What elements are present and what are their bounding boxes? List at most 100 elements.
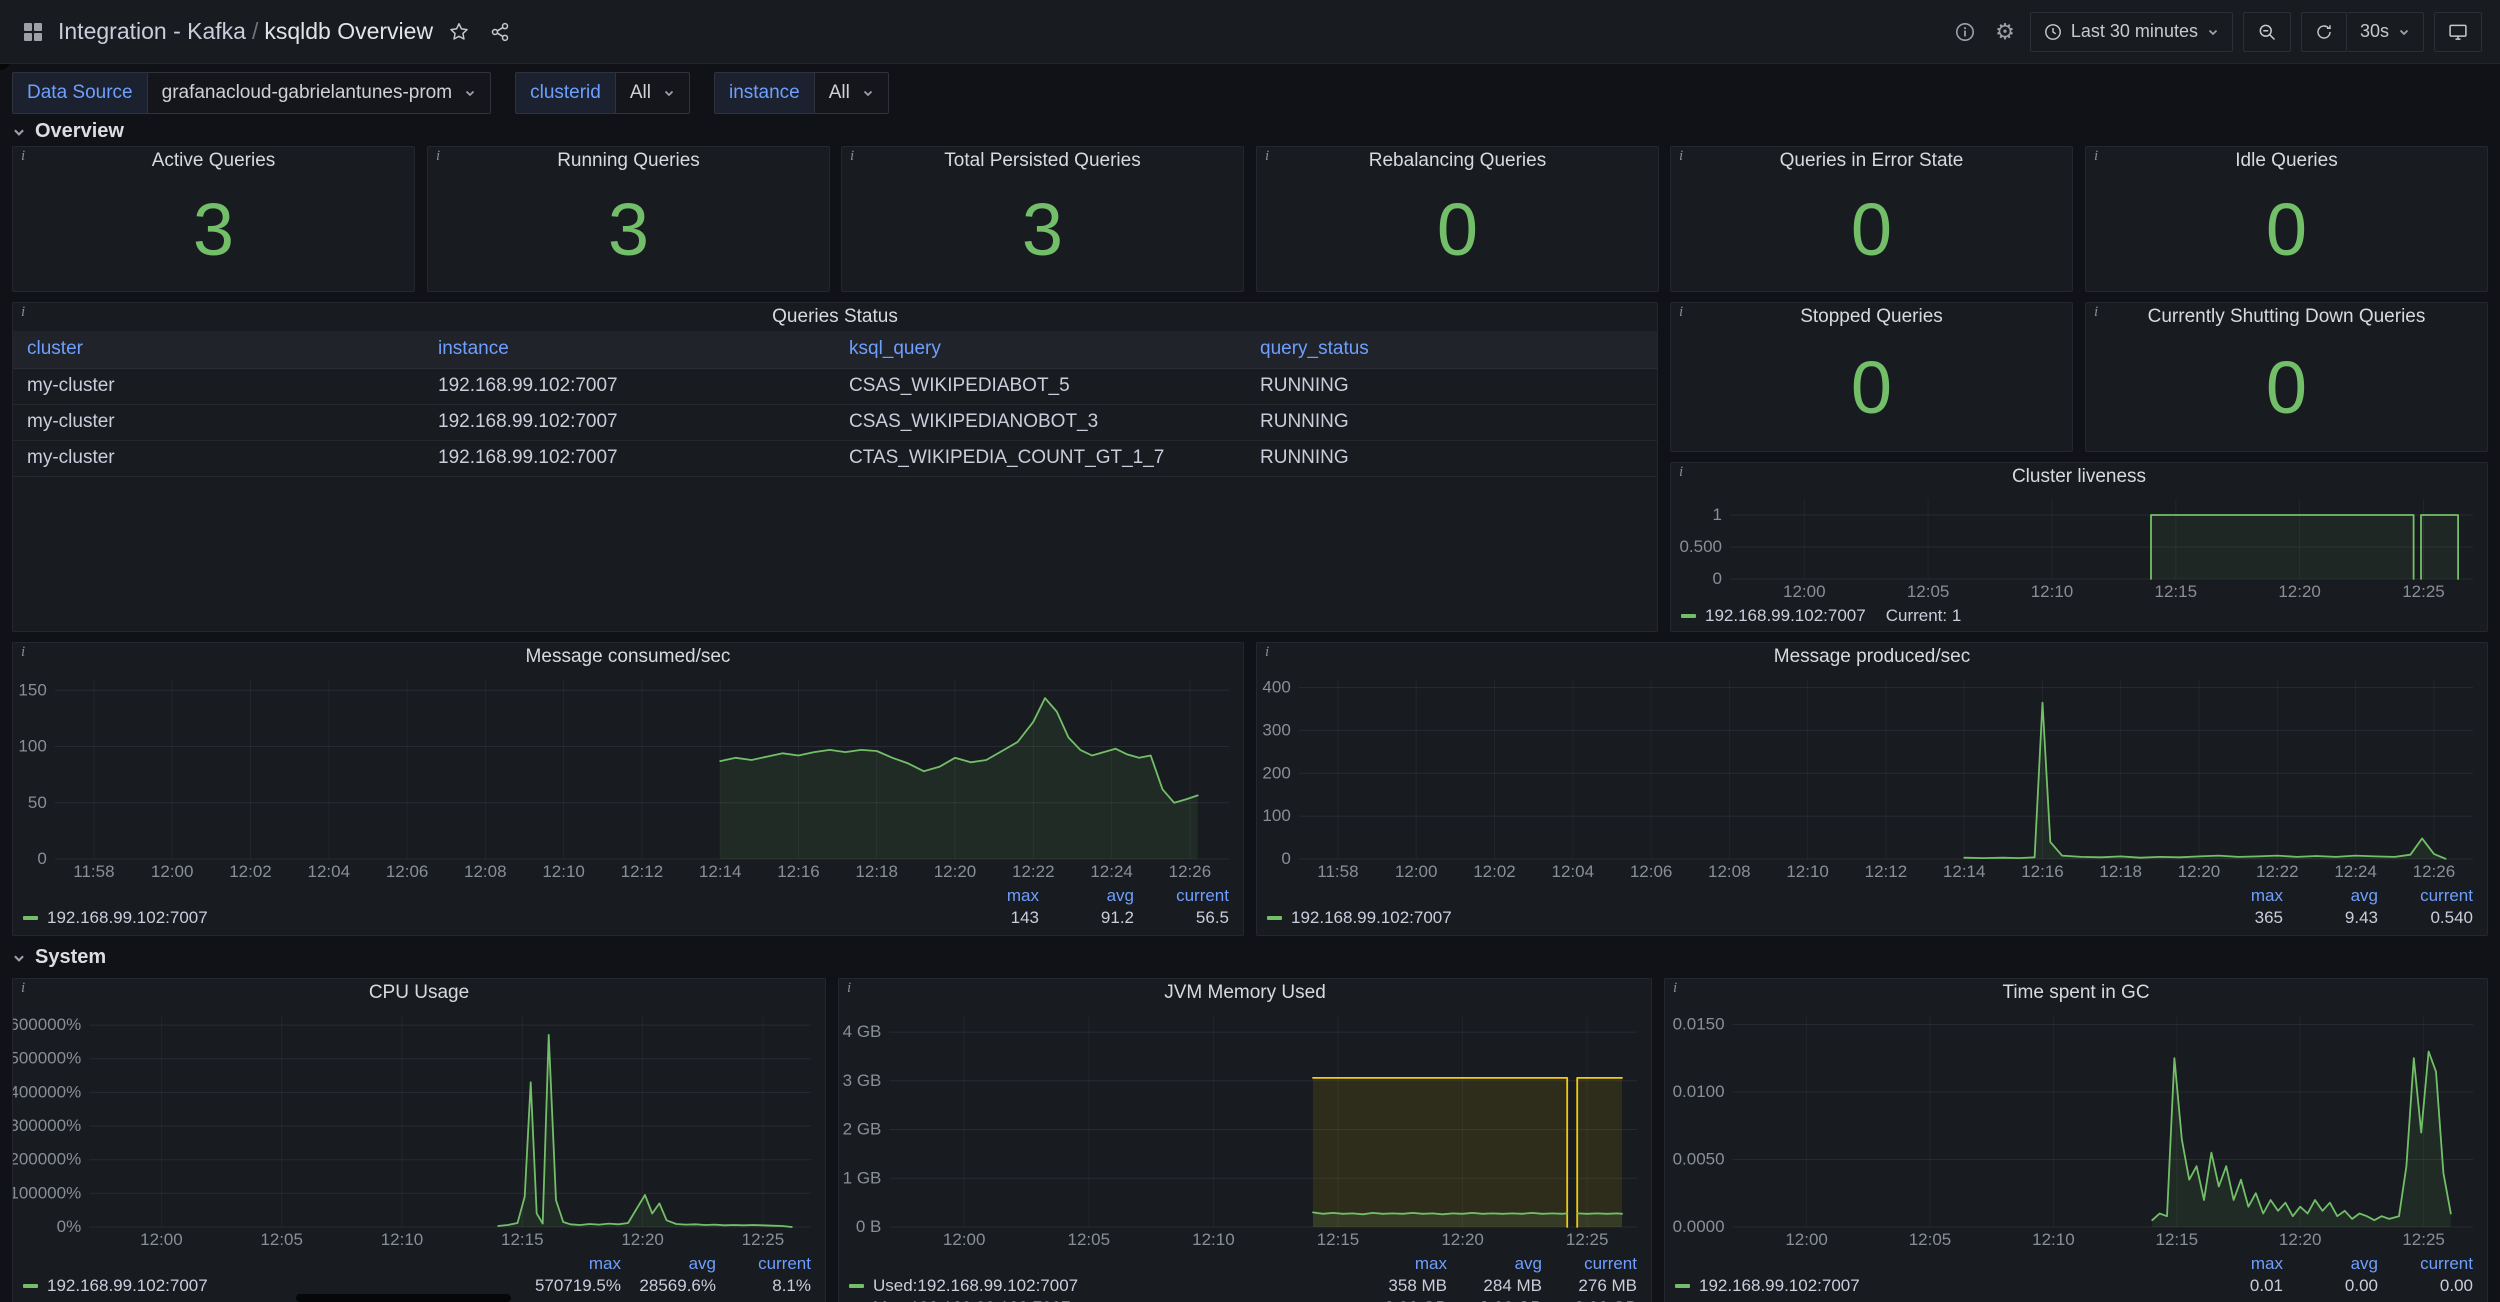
legend-col-current[interactable]: current — [1134, 886, 1229, 906]
legend-col-avg[interactable]: avg — [1039, 886, 1134, 906]
legend-col-max[interactable]: max — [1352, 1254, 1447, 1274]
panel-title[interactable]: JVM Memory Used — [839, 979, 1651, 1007]
panel-info-icon[interactable]: i — [13, 979, 37, 1001]
panel-title[interactable]: Message produced/sec — [1257, 643, 2487, 671]
legend-item[interactable]: Max:192.168.99.102:70073.06 GB3.06 GB3.0… — [849, 1297, 1637, 1302]
timeseries-chart[interactable]: 11:5812:0012:0212:0412:0612:0812:1012:12… — [1257, 671, 2487, 883]
panel-title[interactable]: Message consumed/sec — [13, 643, 1243, 671]
panel-info-icon[interactable]: i — [1671, 303, 1695, 325]
panel-title[interactable]: Stopped Queries — [1671, 303, 2072, 331]
y-axis-tick-label: 1 — [1713, 505, 1722, 524]
legend-stat: 0.540 — [2378, 908, 2473, 928]
panel-title[interactable]: CPU Usage — [13, 979, 825, 1007]
legend-col-max[interactable]: max — [2188, 1254, 2283, 1274]
legend-item[interactable]: 192.168.99.102:70073659.430.540 — [1267, 907, 2473, 929]
zoom-out-button[interactable] — [2243, 12, 2291, 52]
panel-info-icon[interactable]: i — [2086, 303, 2110, 325]
panel-info-icon[interactable]: i — [1257, 643, 1281, 665]
legend-item[interactable]: 192.168.99.102:7007Current: 1 — [1681, 605, 2473, 627]
legend-stat: 8.1% — [716, 1276, 811, 1296]
table-row: my-cluster192.168.99.102:7007CTAS_WIKIPE… — [13, 440, 1657, 476]
refresh-button[interactable] — [2301, 12, 2347, 52]
apps-grid-icon[interactable] — [18, 17, 48, 47]
refresh-interval-dropdown[interactable]: 30s — [2347, 12, 2424, 52]
panel-title[interactable]: Active Queries — [13, 147, 414, 175]
y-axis-tick-label: 200000% — [13, 1150, 81, 1169]
x-axis-tick-label: 12:25 — [1566, 1230, 1609, 1249]
panel-title[interactable]: Time spent in GC — [1665, 979, 2487, 1007]
legend-col-current[interactable]: current — [1542, 1254, 1637, 1274]
legend-swatch — [849, 1284, 864, 1288]
horizontal-scrollbar-thumb[interactable] — [296, 1294, 511, 1302]
legend-col-max[interactable]: max — [526, 1254, 621, 1274]
dashboard-info-icon[interactable] — [1950, 17, 1980, 47]
y-axis-tick-label: 0 B — [856, 1217, 882, 1236]
panel-info-icon[interactable]: i — [13, 303, 37, 325]
table-cell: 192.168.99.102:7007 — [424, 368, 835, 404]
settings-gear-icon[interactable]: ⚙ — [1990, 14, 2020, 50]
table-cell: my-cluster — [13, 368, 424, 404]
tv-mode-button[interactable] — [2434, 12, 2482, 52]
legend-col-max[interactable]: max — [944, 886, 1039, 906]
panel-title[interactable]: Cluster liveness — [1671, 463, 2487, 491]
panel-title[interactable]: Idle Queries — [2086, 147, 2487, 175]
column-header-instance[interactable]: instance — [424, 331, 835, 368]
panel-info-icon[interactable]: i — [1257, 147, 1281, 169]
legend-item[interactable]: 192.168.99.102:700714391.256.5 — [23, 907, 1229, 929]
panel-info-icon[interactable]: i — [1671, 147, 1695, 169]
column-header-ksql-query[interactable]: ksql_query — [835, 331, 1246, 368]
legend-col-avg[interactable]: avg — [2283, 886, 2378, 906]
datasource-select[interactable]: grafanacloud-gabrielantunes-prom — [147, 72, 491, 114]
star-icon[interactable] — [443, 16, 475, 48]
x-axis-tick-label: 12:18 — [2099, 862, 2142, 881]
breadcrumb-current: ksqldb Overview — [264, 18, 433, 45]
instance-select[interactable]: All — [814, 72, 889, 114]
panel-info-icon[interactable]: i — [428, 147, 452, 169]
legend-stat: 143 — [944, 908, 1039, 928]
timeseries-chart[interactable]: 12:0012:0512:1012:1512:2012:250 B1 GB2 G… — [839, 1007, 1651, 1251]
timeseries-chart[interactable]: 12:0012:0512:1012:1512:2012:250%100000%2… — [13, 1007, 825, 1251]
breadcrumb-parent[interactable]: Integration - Kafka — [58, 18, 246, 45]
section-system[interactable]: System — [12, 946, 106, 969]
panel-title[interactable]: Queries in Error State — [1671, 147, 2072, 175]
panel-title[interactable]: Queries Status — [13, 303, 1657, 331]
y-axis-tick-label: 4 GB — [843, 1022, 882, 1041]
x-axis-tick-label: 12:18 — [855, 862, 898, 881]
column-header-query-status[interactable]: query_status — [1246, 331, 1657, 368]
panel-info-icon[interactable]: i — [839, 979, 863, 1001]
legend-col-avg[interactable]: avg — [1447, 1254, 1542, 1274]
panel-info-icon[interactable]: i — [1671, 463, 1695, 485]
section-overview[interactable]: Overview — [12, 120, 124, 143]
y-axis-tick-label: 400000% — [13, 1082, 81, 1101]
clusterid-select[interactable]: All — [615, 72, 690, 114]
panel-title[interactable]: Running Queries — [428, 147, 829, 175]
timeseries-chart[interactable]: 12:0012:0512:1012:1512:2012:250.00000.00… — [1665, 1007, 2487, 1251]
legend-col-current[interactable]: current — [2378, 1254, 2473, 1274]
share-icon[interactable] — [485, 17, 515, 47]
x-axis-tick-label: 12:04 — [1552, 862, 1595, 881]
column-header-cluster[interactable]: cluster — [13, 331, 424, 368]
legend-col-max[interactable]: max — [2188, 886, 2283, 906]
timeseries-chart[interactable]: 11:5812:0012:0212:0412:0612:0812:1012:12… — [13, 671, 1243, 883]
legend-col-current[interactable]: current — [2378, 886, 2473, 906]
panel-info-icon[interactable]: i — [842, 147, 866, 169]
panel-title[interactable]: Rebalancing Queries — [1257, 147, 1658, 175]
panel-title[interactable]: Currently Shutting Down Queries — [2086, 303, 2487, 331]
panel-title[interactable]: Total Persisted Queries — [842, 147, 1243, 175]
panel-info-icon[interactable]: i — [13, 147, 37, 169]
legend-item[interactable]: Used:192.168.99.102:7007358 MB284 MB276 … — [849, 1275, 1637, 1297]
legend-stat: 0.00 — [2378, 1276, 2473, 1296]
panel-info-icon[interactable]: i — [1665, 979, 1689, 1001]
time-range-picker[interactable]: Last 30 minutes — [2030, 12, 2233, 52]
x-axis-tick-label: 12:20 — [621, 1230, 664, 1249]
panel-info-icon[interactable]: i — [13, 643, 37, 665]
legend-item[interactable]: 192.168.99.102:70070.010.000.00 — [1675, 1275, 2473, 1297]
panel-info-icon[interactable]: i — [2086, 147, 2110, 169]
stat-value: 0 — [1257, 175, 1658, 291]
legend-col-current[interactable]: current — [716, 1254, 811, 1274]
breadcrumb: Integration - Kafka / ksqldb Overview — [58, 18, 433, 45]
legend-col-avg[interactable]: avg — [621, 1254, 716, 1274]
legend-col-avg[interactable]: avg — [2283, 1254, 2378, 1274]
clusterid-value: All — [630, 82, 651, 104]
timeseries-chart[interactable]: 12:0012:0512:1012:1512:2012:2500.5001 — [1671, 491, 2487, 603]
